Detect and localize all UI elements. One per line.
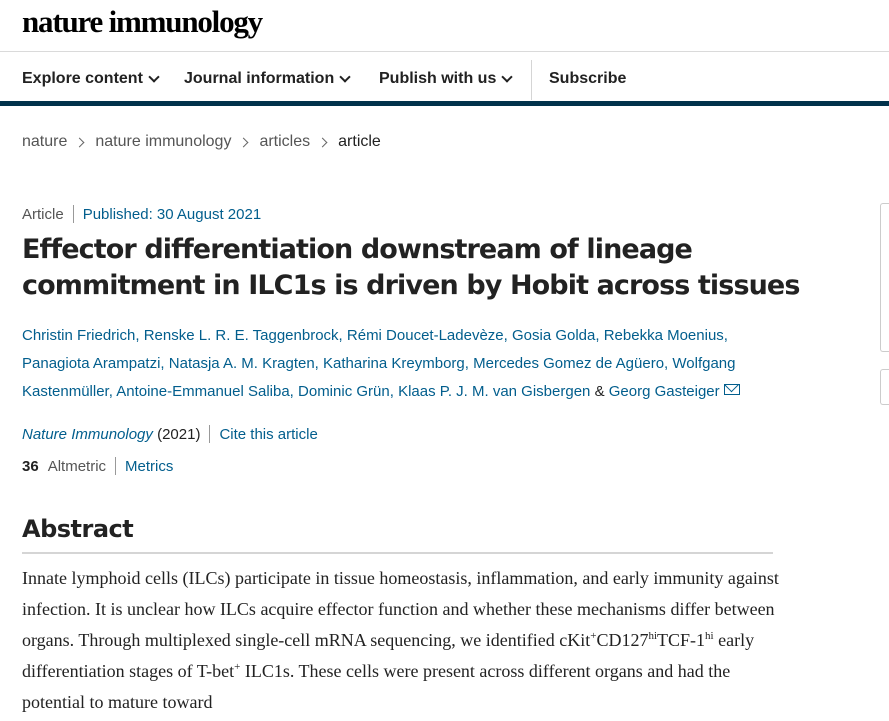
author-link[interactable]: Dominic Grün [298,383,390,400]
author-link[interactable]: Katharina Kreymborg [323,355,465,372]
author-link[interactable]: Georg Gasteiger [609,383,720,400]
divider [72,205,74,223]
nav-journal-label: Journal information [184,70,335,87]
author-link[interactable]: Natasja A. M. Kragten [169,355,315,372]
author-link[interactable]: Klaas P. J. M. van Gisbergen [398,383,590,400]
author-list: Christin Friedrich, Renske L. R. E. Tagg… [22,322,792,406]
nav-divider [531,60,532,100]
breadcrumb-articles[interactable]: articles [259,133,310,151]
main-nav: Explore content Journal information Publ… [0,53,889,106]
author-link[interactable]: Rémi Doucet-Ladevèze [347,327,504,344]
breadcrumb-nature[interactable]: nature [22,133,67,151]
article-title: Effector differentiation downstream of l… [22,234,800,301]
nav-explore-label: Explore content [22,70,143,87]
nav-journal-information[interactable]: Journal information [184,70,351,88]
breadcrumb-article: article [338,133,381,150]
ampersand: & [594,383,605,400]
chevron-right-icon [74,137,85,147]
chevron-down-icon [501,70,514,83]
citation-line: Nature Immunology (2021) Cite this artic… [22,425,318,443]
published-date: Published: 30 August 2021 [82,205,262,223]
mail-icon[interactable] [723,384,740,395]
abstract-text: Innate lymphoid cells (ILCs) participate… [22,563,782,718]
nav-publish-label: Publish with us [379,70,497,87]
metrics-line: 36 Altmetric Metrics [22,457,173,475]
chevron-right-icon [239,137,249,147]
altmetric-score: 36 [22,457,39,475]
divider [209,425,211,443]
breadcrumb-nature-immunology[interactable]: nature immunology [95,133,231,151]
superscript: hi [648,630,658,642]
article-type: Article [22,205,64,223]
journal-name-link[interactable]: Nature Immunology [22,426,153,443]
author-link[interactable]: Gosia Golda [512,327,595,344]
cite-article-link[interactable]: Cite this article [219,426,317,443]
journal-logo[interactable]: nature immunology [22,4,263,40]
chevron-right-icon [317,137,328,147]
publication-year: (2021) [157,425,201,443]
abstract-segment: TCF-1 [657,630,706,650]
author-link[interactable]: Renske L. R. E. Taggenbrock [144,327,339,344]
author-link[interactable]: Mercedes Gomez de Agüero [473,355,664,372]
abstract-segment: CD127 [596,630,649,650]
superscript: hi [705,630,714,642]
author-link[interactable]: Christin Friedrich [22,327,135,344]
side-panel-edge[interactable] [880,369,889,405]
breadcrumb: nature nature immunology articles articl… [22,133,381,151]
nav-publish-with-us[interactable]: Publish with us [379,70,514,88]
chevron-down-icon [339,70,351,83]
article-meta: Article Published: 30 August 2021 [22,205,261,223]
site-header: nature immunology [0,0,889,52]
divider [115,457,117,475]
abstract-heading: Abstract [22,515,773,554]
author-link[interactable]: Antoine-Emmanuel Saliba [116,383,289,400]
side-panel-edge[interactable] [880,203,889,352]
author-link[interactable]: Rebekka Moenius [604,327,724,344]
altmetric-label: Altmetric [47,457,107,475]
metrics-link[interactable]: Metrics [125,458,173,475]
nav-subscribe[interactable]: Subscribe [549,70,626,88]
chevron-down-icon [148,70,160,83]
nav-explore-content[interactable]: Explore content [22,70,160,88]
author-link[interactable]: Panagiota Arampatzi [22,355,160,372]
